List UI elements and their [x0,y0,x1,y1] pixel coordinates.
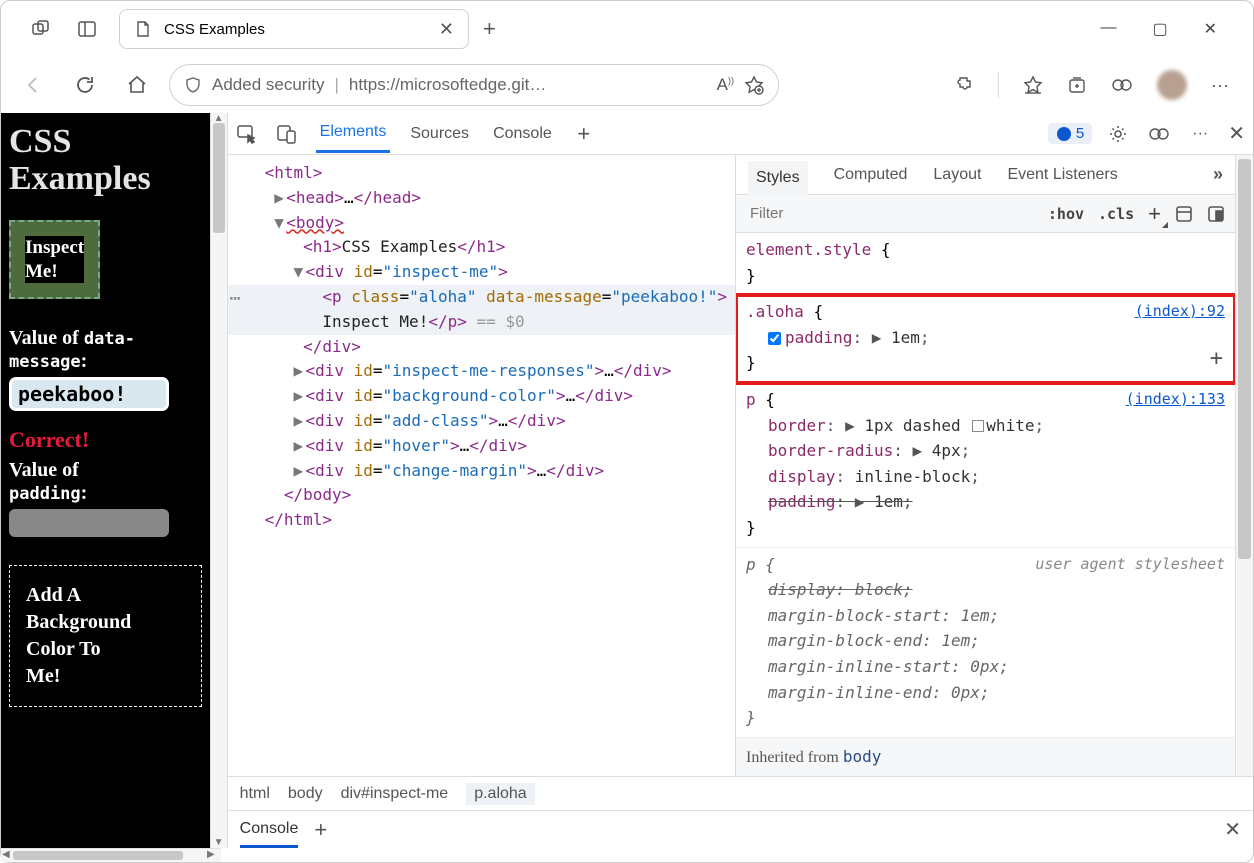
devtools-panel: Elements Sources Console + 5 ··· ✕ <html… [227,113,1253,848]
favorites-icon[interactable] [1023,75,1043,95]
address-bar[interactable]: Added security | https://microsoftedge.g… [169,64,779,106]
devtools-drawer: Console + ✕ [228,810,1253,848]
close-window-button[interactable]: ✕ [1204,19,1217,39]
subtab-styles[interactable]: Styles [748,161,808,198]
inspect-text-1: Inspect [25,236,84,260]
padding-label: Value ofpadding: [9,459,202,505]
divider [998,72,999,98]
crumb-div[interactable]: div#inspect-me [341,785,449,803]
add-prop-icon[interactable]: + [1210,341,1223,376]
prop-checkbox[interactable] [768,332,781,345]
inherited-header: Inherited from body [736,738,1235,776]
styles-subtabs: Styles Computed Layout Event Listeners » [736,155,1235,195]
favorite-icon[interactable] [744,75,764,95]
subtab-layout[interactable]: Layout [933,166,981,184]
crumb-html[interactable]: html [240,785,270,803]
data-message-input[interactable]: peekaboo! [9,377,169,411]
more-subtabs-icon[interactable]: » [1213,164,1223,185]
styles-scrollbar[interactable] [1235,155,1253,776]
padding-input[interactable] [9,509,169,537]
page-hscrollbar[interactable]: ◀▶ [1,848,221,862]
styles-filter-input[interactable] [746,201,946,226]
correct-label: Correct! [9,427,202,453]
inspect-tool-icon[interactable] [236,123,260,145]
browser-tab[interactable]: CSS Examples ✕ [119,9,469,49]
styles-panel: Styles Computed Layout Event Listeners »… [735,155,1235,776]
tab-sources[interactable]: Sources [406,116,473,152]
profile-avatar[interactable] [1157,70,1187,100]
separator: | [334,75,338,95]
drawer-add-tab[interactable]: + [314,817,327,843]
styles-toolbar: :hov .cls + [736,195,1235,233]
device-toolbar-icon[interactable] [276,123,300,145]
dom-tree[interactable]: <html> ▶<head>…</head> ▼<body> <h1>CSS E… [228,155,735,776]
window-titlebar: CSS Examples ✕ + — ▢ ✕ [1,1,1253,57]
new-tab-button[interactable]: + [483,16,496,42]
inspect-me-box[interactable]: Inspect Me! [9,220,100,300]
cls-toggle[interactable]: .cls [1098,205,1134,223]
issues-badge[interactable]: 5 [1048,123,1092,144]
more-options-icon[interactable]: ··· [1188,125,1212,143]
more-tabs-icon[interactable]: + [572,121,596,147]
security-label: Added security [212,75,324,95]
browser-essentials-icon[interactable] [1111,75,1133,95]
inspect-text-2: Me! [25,260,84,284]
read-aloud-icon[interactable]: A)) [717,75,734,95]
rule-aloha: (index):92 .aloha { padding: ▶ 1em; } + [736,295,1235,383]
refresh-button[interactable] [65,65,105,105]
settings-menu-icon[interactable]: ··· [1211,75,1229,96]
collections-icon[interactable] [1067,75,1087,95]
security-shield-icon [184,76,202,94]
computed-swatch-icon[interactable] [1175,205,1193,223]
crumb-body[interactable]: body [288,785,323,803]
page-scrollbar[interactable]: ▲▼ [210,113,227,848]
source-link[interactable]: (index):92 [1135,299,1225,323]
tab-elements[interactable]: Elements [316,114,391,153]
rule-element-style: element.style { } [736,233,1235,295]
back-button[interactable] [13,65,53,105]
tab-console[interactable]: Console [489,116,556,152]
browser-toolbar: Added security | https://microsoftedge.g… [1,57,1253,113]
tab-actions-icon[interactable] [77,19,97,39]
maximize-button[interactable]: ▢ [1152,19,1167,39]
hov-toggle[interactable]: :hov [1048,205,1084,223]
activity-icon[interactable] [1148,124,1172,144]
settings-icon[interactable] [1108,124,1132,144]
data-message-label: Value of data-message: [9,327,202,373]
background-color-box[interactable]: Add A Background Color To Me! [9,565,202,707]
home-button[interactable] [117,65,157,105]
subtab-computed[interactable]: Computed [834,166,908,184]
source-link[interactable]: (index):133 [1126,387,1225,411]
page-icon [134,20,152,38]
rule-p: (index):133 p { border: ▶ 1px dashed whi… [736,383,1235,548]
crumb-p[interactable]: p.aloha [466,783,535,805]
workspaces-icon[interactable] [31,19,51,39]
extensions-icon[interactable] [954,75,974,95]
window-controls: — ▢ ✕ [1100,19,1245,39]
subtab-listeners[interactable]: Event Listeners [1007,166,1117,184]
close-tab-icon[interactable]: ✕ [439,19,454,40]
page-heading: CSS Examples [9,123,202,198]
drawer-console-tab[interactable]: Console [240,820,299,848]
dom-breadcrumb[interactable]: html body div#inspect-me p.aloha [228,776,1253,810]
rule-p-ua: user agent stylesheet p { display: block… [736,548,1235,738]
rendered-page: CSS Examples Inspect Me! Value of data-m… [1,113,210,848]
close-devtools-icon[interactable]: ✕ [1228,121,1245,146]
tab-title: CSS Examples [164,21,427,38]
new-rule-button[interactable]: + [1148,201,1161,227]
devtools-main-tabs: Elements Sources Console + 5 ··· ✕ [228,113,1253,155]
view-toggle-icon[interactable] [1207,205,1225,223]
css-rules-list[interactable]: element.style { } (index):92 .aloha { pa… [736,233,1235,776]
drawer-close-icon[interactable]: ✕ [1224,817,1241,842]
minimize-button[interactable]: — [1100,19,1116,39]
url-text: https://microsoftedge.git… [349,75,546,95]
